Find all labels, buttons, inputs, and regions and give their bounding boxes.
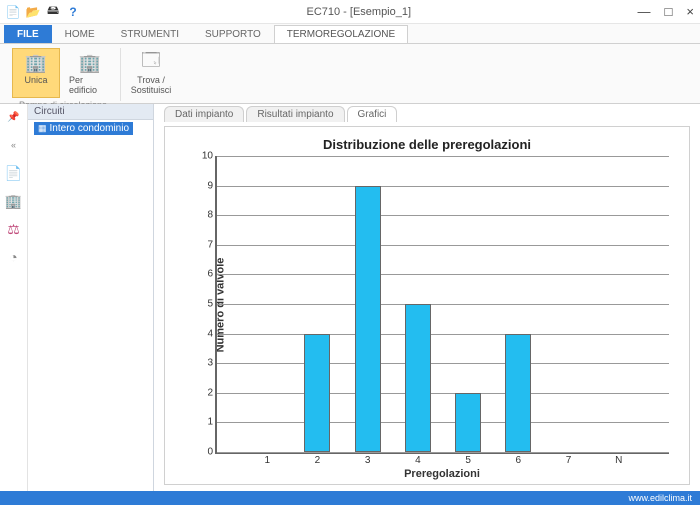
pin-icon[interactable]: 📌 bbox=[3, 106, 25, 128]
ribbon-group-trova: 🗔 Trova / Sostituisci bbox=[121, 48, 181, 101]
content-area: Dati impianto Risultati impianto Grafici… bbox=[154, 104, 700, 491]
gridline bbox=[217, 156, 669, 157]
ribbon-body: 🏢 Unica 🏢 Per edificio Pompa di circolaz… bbox=[0, 44, 700, 104]
y-tick: 10 bbox=[199, 151, 213, 162]
bar bbox=[405, 304, 431, 452]
y-tick: 4 bbox=[199, 328, 213, 339]
bar bbox=[355, 186, 381, 452]
x-axis-label: Preregolazioni bbox=[215, 468, 669, 480]
sidebar-tree: Intero condominio bbox=[28, 120, 153, 137]
gridline bbox=[217, 186, 669, 187]
document-icon[interactable]: 📄 bbox=[3, 162, 25, 184]
building-icon: 🏢 bbox=[78, 51, 102, 75]
y-tick: 8 bbox=[199, 210, 213, 221]
y-tick: 9 bbox=[199, 180, 213, 191]
window-title: EC710 - [Esempio_1] bbox=[80, 6, 638, 18]
content-tabs: Dati impianto Risultati impianto Grafici bbox=[154, 104, 700, 122]
x-tick: 3 bbox=[365, 455, 371, 466]
gridline bbox=[217, 304, 669, 305]
plot-area: 0123456789101234567N bbox=[215, 156, 669, 454]
sidebar: Circuiti Intero condominio bbox=[28, 104, 154, 491]
bar bbox=[505, 334, 531, 452]
print-icon[interactable]: 🖴 bbox=[46, 5, 60, 19]
ribbon-tabs: FILE HOME STRUMENTI SUPPORTO TERMOREGOLA… bbox=[0, 24, 700, 44]
gridline bbox=[217, 363, 669, 364]
bar bbox=[455, 393, 481, 452]
buildings-icon: 🏢 bbox=[24, 51, 48, 75]
find-replace-icon: 🗔 bbox=[139, 51, 163, 75]
x-tick: 6 bbox=[516, 455, 522, 466]
tab-supporto[interactable]: SUPPORTO bbox=[192, 25, 274, 43]
tree-item-intero[interactable]: Intero condominio bbox=[34, 122, 133, 135]
chart-container: Distribuzione delle preregolazioni Numer… bbox=[164, 126, 690, 485]
x-tick: 4 bbox=[415, 455, 421, 466]
y-tick: 7 bbox=[199, 239, 213, 250]
gridline bbox=[217, 274, 669, 275]
x-tick: N bbox=[615, 455, 622, 466]
y-tick: 2 bbox=[199, 387, 213, 398]
minimize-button[interactable]: — bbox=[638, 4, 651, 19]
x-tick: 1 bbox=[264, 455, 270, 466]
maximize-button[interactable]: □ bbox=[665, 4, 673, 19]
gridline bbox=[217, 452, 669, 453]
gridline bbox=[217, 422, 669, 423]
tab-home[interactable]: HOME bbox=[52, 25, 108, 43]
buildings-list-icon[interactable]: 🏢 bbox=[3, 190, 25, 212]
tab-termoregolazione[interactable]: TERMOREGOLAZIONE bbox=[274, 25, 408, 43]
sidebar-header: Circuiti bbox=[28, 104, 153, 120]
ribbon-group-pompa: 🏢 Unica 🏢 Per edificio Pompa di circolaz… bbox=[6, 48, 121, 101]
open-folder-icon[interactable]: 📂 bbox=[26, 5, 40, 19]
close-button[interactable]: × bbox=[686, 4, 694, 19]
y-tick: 3 bbox=[199, 358, 213, 369]
tab-dati-impianto[interactable]: Dati impianto bbox=[164, 106, 244, 122]
gridline bbox=[217, 393, 669, 394]
unica-button[interactable]: 🏢 Unica bbox=[12, 48, 60, 98]
x-tick: 2 bbox=[315, 455, 321, 466]
trova-sostituisci-button[interactable]: 🗔 Trova / Sostituisci bbox=[127, 48, 175, 98]
collapse-icon[interactable]: « bbox=[3, 134, 25, 156]
per-edificio-button[interactable]: 🏢 Per edificio bbox=[66, 48, 114, 98]
status-url: www.edilclima.it bbox=[628, 493, 692, 503]
y-tick: 1 bbox=[199, 417, 213, 428]
gridline bbox=[217, 245, 669, 246]
chart-plot: Numero di valvole Preregolazioni 0123456… bbox=[215, 156, 669, 454]
balance-icon[interactable]: ⚖ bbox=[3, 218, 25, 240]
gridline bbox=[217, 334, 669, 335]
bar bbox=[304, 334, 330, 452]
x-tick: 7 bbox=[566, 455, 572, 466]
x-tick: 5 bbox=[465, 455, 471, 466]
tab-file[interactable]: FILE bbox=[4, 25, 52, 43]
chart-title: Distribuzione delle preregolazioni bbox=[165, 127, 689, 156]
tab-risultati-impianto[interactable]: Risultati impianto bbox=[246, 106, 344, 122]
y-tick: 5 bbox=[199, 299, 213, 310]
help-icon[interactable]: ? bbox=[66, 5, 80, 19]
vertical-toolbar: 📌 « 📄 🏢 ⚖ ◔ bbox=[0, 104, 28, 491]
gridline bbox=[217, 215, 669, 216]
y-tick: 0 bbox=[199, 447, 213, 458]
new-doc-icon[interactable]: 📄 bbox=[6, 5, 20, 19]
pie-chart-icon[interactable]: ◔ bbox=[3, 246, 25, 268]
tab-grafici[interactable]: Grafici bbox=[347, 106, 398, 122]
y-tick: 6 bbox=[199, 269, 213, 280]
status-bar: www.edilclima.it bbox=[0, 491, 700, 505]
tab-strumenti[interactable]: STRUMENTI bbox=[108, 25, 192, 43]
